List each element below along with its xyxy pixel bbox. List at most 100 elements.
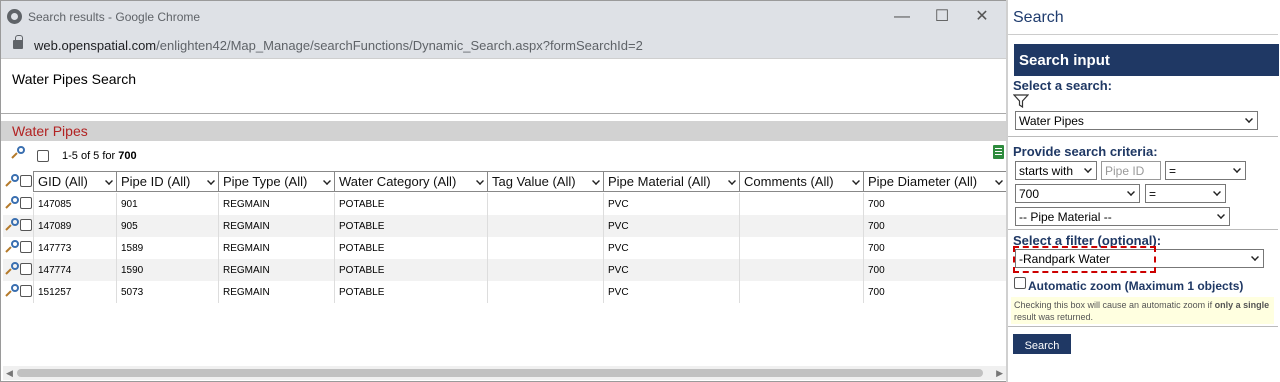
table-cell <box>739 259 863 281</box>
auto-zoom-note: Checking this box will cause an automati… <box>1011 297 1274 324</box>
column-header-filter[interactable]: Tag Value (All) <box>487 171 603 192</box>
chevron-down-icon <box>323 177 331 185</box>
divider <box>1008 326 1278 327</box>
url-text[interactable]: web.openspatial.com/enlighten42/Map_Mana… <box>34 38 643 53</box>
column-header-filter[interactable]: Water Category (All) <box>334 171 487 192</box>
zoom-to-row-icon[interactable] <box>5 240 19 254</box>
export-excel-icon[interactable] <box>993 145 1004 159</box>
table-row[interactable]: 147773 1589 REGMAIN POTABLE PVC 700 <box>3 237 1006 259</box>
divider <box>1 113 1006 114</box>
table-cell: 700 <box>863 259 1006 281</box>
scroll-left-icon[interactable]: ◀ <box>6 368 13 379</box>
results-toolbar: 1-5 of 5 for 700 <box>1 145 1006 169</box>
search-input-title: Search input <box>1019 52 1110 69</box>
zoom-to-row-icon[interactable] <box>5 196 19 210</box>
chevron-down-icon <box>995 177 1003 185</box>
operator-select[interactable]: starts with <box>1015 161 1097 180</box>
column-header-label: GID (All) <box>38 174 88 189</box>
table-cell: 700 <box>863 281 1006 303</box>
table-row[interactable]: 147089 905 REGMAIN POTABLE PVC 700 <box>3 215 1006 237</box>
column-header-filter[interactable]: Pipe Material (All) <box>603 171 739 192</box>
window-titlebar: Search results - Google Chrome — ☐ ✕ <box>1 1 1006 33</box>
chevron-down-icon <box>207 177 215 185</box>
column-header-label: Tag Value (All) <box>492 174 576 189</box>
column-header-label: Pipe Type (All) <box>223 174 308 189</box>
scroll-right-icon[interactable]: ▶ <box>996 368 1003 379</box>
table-cell: 700 <box>863 193 1006 215</box>
auto-zoom-checkbox[interactable] <box>1014 277 1026 289</box>
zoom-all-icon[interactable] <box>11 146 25 160</box>
pipe-id-operator-select[interactable]: = <box>1165 161 1246 180</box>
zoom-to-row-icon[interactable] <box>5 218 19 232</box>
close-button[interactable]: ✕ <box>971 6 993 28</box>
table-cell: REGMAIN <box>218 237 334 259</box>
zoom-selected-icon[interactable] <box>5 174 19 188</box>
divider <box>1008 34 1278 35</box>
header-checkbox[interactable] <box>20 175 32 187</box>
table-cell: 901 <box>116 193 218 215</box>
zoom-to-row-icon[interactable] <box>5 262 19 276</box>
column-header-filter[interactable]: Pipe Diameter (All) <box>863 171 1006 192</box>
table-row[interactable]: 147774 1590 REGMAIN POTABLE PVC 700 <box>3 259 1006 281</box>
horizontal-scrollbar[interactable]: ◀ ▶ <box>3 366 1006 380</box>
zoom-to-row-icon[interactable] <box>5 284 19 298</box>
table-cell <box>487 281 603 303</box>
search-button[interactable]: Search <box>1013 334 1071 354</box>
divider <box>1008 229 1278 230</box>
note-text: Checking this box will cause an automati… <box>1014 300 1213 310</box>
column-header-filter[interactable]: GID (All) <box>33 171 116 192</box>
select-all-checkbox[interactable] <box>37 150 49 162</box>
pipe-id-input[interactable]: Pipe ID <box>1101 161 1161 180</box>
column-header-label: Pipe ID (All) <box>121 174 191 189</box>
chevron-down-icon <box>1217 211 1225 219</box>
pipe-material-select[interactable]: -- Pipe Material -- <box>1015 207 1230 226</box>
lock-icon <box>13 35 23 49</box>
column-header-filter[interactable]: Pipe Type (All) <box>218 171 334 192</box>
chevron-down-icon <box>1213 188 1221 196</box>
chrome-icon <box>7 9 22 24</box>
address-bar[interactable]: web.openspatial.com/enlighten42/Map_Mana… <box>1 33 1006 59</box>
window-title: Search results - Google Chrome <box>28 10 201 24</box>
result-count: 1-5 of 5 for 700 <box>62 150 137 162</box>
filter-icon[interactable] <box>1013 94 1029 108</box>
scroll-thumb[interactable] <box>17 369 983 377</box>
diameter-select[interactable]: 700 <box>1015 184 1140 203</box>
eq1-value: = <box>1169 164 1177 178</box>
table-cell: REGMAIN <box>218 193 334 215</box>
row-checkbox[interactable] <box>20 219 32 231</box>
table-cell: 905 <box>116 215 218 237</box>
url-host: web.openspatial.com <box>34 38 157 53</box>
table-cell <box>487 237 603 259</box>
table-row[interactable]: 151257 5073 REGMAIN POTABLE PVC 700 <box>3 281 1006 303</box>
row-checkbox[interactable] <box>20 241 32 253</box>
chevron-down-icon <box>852 177 860 185</box>
table-cell: 1589 <box>116 237 218 259</box>
table-cell: 700 <box>863 237 1006 259</box>
row-checkbox[interactable] <box>20 285 32 297</box>
diameter-operator-select[interactable]: = <box>1145 184 1226 203</box>
auto-zoom-label: Automatic zoom (Maximum 1 objects) <box>1028 279 1244 293</box>
search-select[interactable]: Water Pipes <box>1015 111 1258 130</box>
table-cell: REGMAIN <box>218 281 334 303</box>
table-cell: 147774 <box>33 259 116 281</box>
page-title: Water Pipes Search <box>12 71 136 87</box>
column-header-filter[interactable]: Pipe ID (All) <box>116 171 218 192</box>
row-checkbox[interactable] <box>20 197 32 209</box>
table-cell <box>487 259 603 281</box>
row-checkbox[interactable] <box>20 263 32 275</box>
result-count-text: 1-5 of 5 for <box>62 150 116 162</box>
maximize-button[interactable]: ☐ <box>931 6 953 28</box>
criteria-label: Provide search criteria: <box>1013 144 1158 159</box>
table-cell: POTABLE <box>334 215 487 237</box>
minimize-button[interactable]: — <box>891 6 913 28</box>
table-cell: 5073 <box>116 281 218 303</box>
material-value: -- Pipe Material -- <box>1019 210 1112 224</box>
search-input-header: Search input <box>1014 44 1279 76</box>
table-cell: PVC <box>603 237 739 259</box>
table-row[interactable]: 147085 901 REGMAIN POTABLE PVC 700 <box>3 193 1006 215</box>
table-cell <box>739 215 863 237</box>
results-grid: GID (All) Pipe ID (All) Pipe Type (All) Wat… <box>3 171 1006 303</box>
note-emphasis: only a single <box>1214 300 1270 310</box>
select-search-label: Select a search: <box>1013 78 1113 93</box>
column-header-filter[interactable]: Comments (All) <box>739 171 863 192</box>
